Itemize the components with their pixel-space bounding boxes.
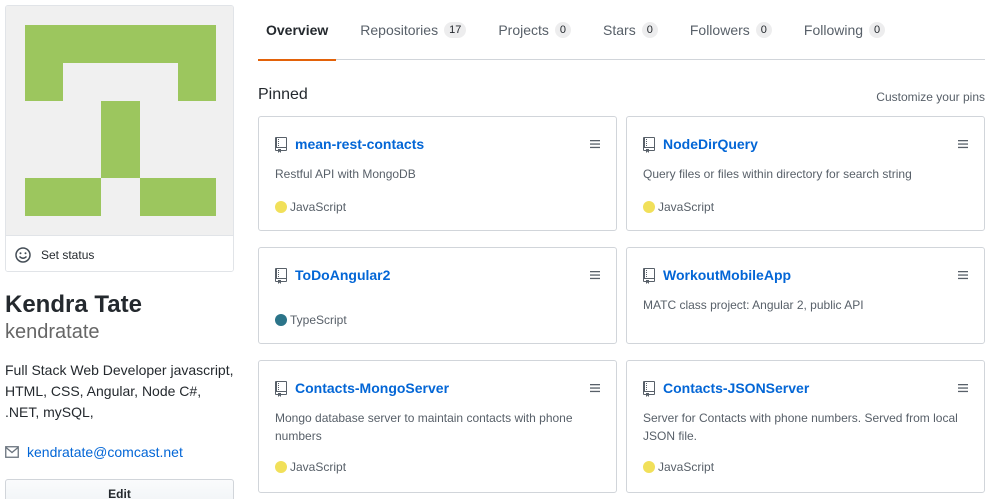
identicon-image (6, 6, 233, 235)
tab-followers[interactable]: Followers 0 (690, 0, 772, 60)
pinned-repo-card: mean-rest-contacts Restful API with Mong… (258, 116, 617, 231)
grabber-icon[interactable] (958, 139, 968, 149)
repo-description: Restful API with MongoDB (275, 167, 416, 181)
tab-label: Following (803, 22, 864, 38)
pinned-repo-card: NodeDirQuery Query files or files within… (626, 116, 985, 231)
repo-icon (275, 137, 287, 153)
language-label: TypeScript (290, 313, 347, 327)
language-label: JavaScript (658, 460, 715, 474)
repo-description: MATC class project: Angular 2, public AP… (643, 298, 864, 312)
profile-tabs: Overview Repositories 17 Projects 0 Star… (258, 0, 985, 61)
avatar[interactable] (6, 6, 233, 235)
grabber-icon[interactable] (590, 383, 600, 393)
tab-following[interactable]: Following 0 (803, 0, 886, 60)
tab-overview[interactable]: Overview (258, 0, 337, 61)
repo-name-link[interactable]: NodeDirQuery (663, 136, 758, 152)
language-label: JavaScript (658, 200, 715, 214)
edit-profile-button[interactable]: Edit (5, 479, 234, 499)
language-label: JavaScript (290, 200, 347, 214)
repo-icon (275, 268, 287, 284)
repo-language: TypeScript (275, 313, 347, 327)
tab-projects[interactable]: Projects 0 (498, 0, 572, 60)
pinned-repo-card: Contacts-JSONServer Server for Contacts … (626, 360, 985, 493)
email-link[interactable]: kendratate@comcast.net (27, 444, 183, 460)
tab-label: Repositories (360, 22, 439, 38)
repo-language: JavaScript (275, 200, 346, 214)
profile-full-name: Kendra Tate (5, 291, 142, 318)
profile-username: kendratate (5, 321, 100, 343)
tab-label: Overview (266, 22, 329, 38)
pinned-repo-card: WorkoutMobileApp MATC class project: Ang… (626, 247, 985, 344)
repo-name-link[interactable]: WorkoutMobileApp (663, 267, 791, 283)
tab-counter: 0 (755, 22, 772, 38)
language-color-dot (275, 461, 287, 473)
repo-name-link[interactable]: Contacts-MongoServer (295, 380, 449, 396)
repo-name-link[interactable]: mean-rest-contacts (295, 136, 424, 152)
tab-label: Followers (689, 22, 750, 38)
repo-icon (643, 137, 655, 153)
customize-pins-link[interactable]: Customize your pins (876, 90, 985, 104)
set-status-label: Set status (41, 247, 95, 262)
repo-name-link[interactable]: Contacts-JSONServer (663, 380, 809, 396)
repo-language: JavaScript (275, 460, 346, 474)
repo-icon (643, 381, 655, 397)
repo-description: Server for Contacts with phone numbers. … (643, 411, 958, 443)
repo-language: JavaScript (643, 460, 714, 474)
set-status-button[interactable]: Set status (6, 235, 233, 271)
language-color-dot (275, 201, 287, 213)
pinned-repo-card: Contacts-MongoServer Mongo database serv… (258, 360, 617, 493)
mail-icon (5, 446, 19, 458)
repo-description: Mongo database server to maintain contac… (275, 411, 573, 443)
language-color-dot (643, 201, 655, 213)
tab-stars[interactable]: Stars 0 (603, 0, 658, 60)
repo-icon (275, 381, 287, 397)
repo-description: Query files or files within directory fo… (643, 167, 912, 181)
repo-name-link[interactable]: ToDoAngular2 (295, 267, 390, 283)
grabber-icon[interactable] (590, 139, 600, 149)
repo-language: JavaScript (643, 200, 714, 214)
language-label: JavaScript (290, 460, 347, 474)
tab-counter: 0 (869, 22, 886, 38)
repo-icon (643, 268, 655, 284)
pinned-heading: Pinned (258, 86, 308, 103)
grabber-icon[interactable] (590, 270, 600, 280)
profile-email-row: kendratate@comcast.net (5, 444, 183, 460)
tab-label: Stars (603, 22, 636, 38)
avatar-card: Set status (5, 5, 234, 272)
tab-counter: 17 (444, 22, 467, 38)
language-color-dot (275, 314, 287, 326)
tab-label: Projects (498, 22, 549, 38)
grabber-icon[interactable] (958, 383, 968, 393)
pinned-repo-card: ToDoAngular2 TypeScript (258, 247, 617, 344)
tab-repositories[interactable]: Repositories 17 (360, 0, 467, 60)
profile-bio: Full Stack Web Developer javascript, HTM… (5, 362, 234, 420)
tab-counter: 0 (641, 22, 658, 38)
grabber-icon[interactable] (958, 270, 968, 280)
smiley-icon (15, 246, 31, 263)
language-color-dot (643, 461, 655, 473)
tab-counter: 0 (554, 22, 572, 38)
